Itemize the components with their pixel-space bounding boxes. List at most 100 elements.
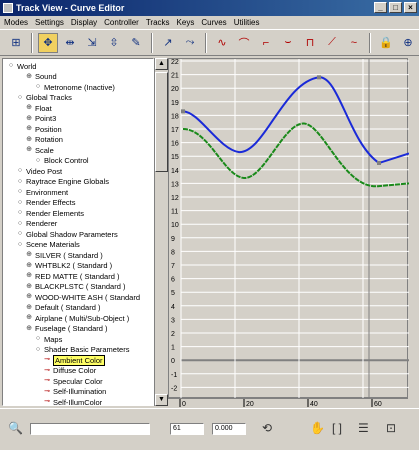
tree-item[interactable]: ○ Global Shadow Parameters xyxy=(16,229,118,239)
menu-utilities[interactable]: Utilities xyxy=(234,18,260,27)
tangent-slow-icon[interactable]: ⌣ xyxy=(278,33,298,53)
tree-item-label: Raytrace Engine Globals xyxy=(26,177,109,186)
tangent-step-icon[interactable]: ⊓ xyxy=(300,33,320,53)
track-icon: ○ xyxy=(17,230,23,237)
tree-item[interactable]: ⊸ Specular Color xyxy=(43,376,103,386)
tree-item[interactable]: ⊸ Self-IllumColor xyxy=(43,397,102,406)
tree-item-label: WOOD-WHITE ASH ( Standard xyxy=(35,292,141,302)
menu-keys[interactable]: Keys xyxy=(177,18,195,27)
track-icon: ⊕ xyxy=(26,135,32,143)
menu-controller[interactable]: Controller xyxy=(104,18,139,27)
tree-item[interactable]: ⊕ Scale xyxy=(25,145,54,155)
tree-item[interactable]: ⊕ Sound xyxy=(25,72,57,82)
tree-item[interactable]: ⊕ Position xyxy=(25,124,62,134)
tree-item[interactable]: ○ Renderer xyxy=(16,219,57,229)
tangent-fast-icon[interactable]: ⌐ xyxy=(256,33,276,53)
scroll-thumb[interactable] xyxy=(155,72,168,172)
y-tick-label: 14 xyxy=(171,168,179,175)
track-icon: ⊸ xyxy=(44,377,50,384)
scale-keys-icon[interactable]: ⇲ xyxy=(82,33,102,53)
tangent-auto-icon[interactable]: ∿ xyxy=(212,33,232,53)
status-text-field[interactable] xyxy=(30,423,150,435)
tree-item[interactable]: ⊸ Ambient Color xyxy=(43,354,105,366)
menu-curves[interactable]: Curves xyxy=(201,18,226,27)
snap-icon[interactable]: ⊕ xyxy=(398,33,418,53)
tree-scrollbar[interactable]: ▲ ▼ xyxy=(154,58,168,406)
tree-item[interactable]: ⊕ SILVER ( Standard ) xyxy=(25,250,103,260)
controller-tree[interactable]: ○ World ⊕ Sound ○ Metronome (Inactive) ○ Global… xyxy=(2,58,154,406)
track-icon: ⊸ xyxy=(44,366,50,374)
y-tick-label: 5 xyxy=(171,290,175,297)
maximize-button[interactable]: □ xyxy=(389,2,402,13)
time-ruler[interactable]: 0 20 40 60 xyxy=(168,398,408,408)
y-tick-label: 18 xyxy=(171,113,179,120)
filters-icon[interactable]: ⊞ xyxy=(6,33,26,53)
tangent-custom-icon[interactable]: ⌒ xyxy=(234,33,254,53)
tree-item[interactable]: ○ Raytrace Engine Globals xyxy=(16,177,109,187)
tree-item[interactable]: ○ Environment xyxy=(16,187,68,197)
menu-tracks[interactable]: Tracks xyxy=(146,18,170,27)
track-icon: ⊕ xyxy=(26,282,32,290)
tree-item[interactable]: ○ Global Tracks xyxy=(16,93,72,103)
tree-item[interactable]: ○ World xyxy=(7,61,37,71)
minimize-button[interactable]: _ xyxy=(374,2,387,13)
lock-icon[interactable]: 🔒 xyxy=(376,33,396,53)
tree-item[interactable]: ○ Maps xyxy=(34,334,62,344)
zoom-value-extents-icon[interactable]: ☰ xyxy=(358,421,369,435)
menu-modes[interactable]: Modes xyxy=(4,18,28,27)
curve-editor[interactable]: 22 21 20 19 18 17 16 15 14 13 12 11 10 9 8 7 6 5 4 3 2 1 0 -1 -2 xyxy=(168,58,410,399)
tree-item-label: Self-IllumColor xyxy=(53,397,103,406)
y-tick-label: 15 xyxy=(171,154,179,161)
track-icon: ⊕ xyxy=(26,303,32,311)
tree-item[interactable]: ○ Metronome (Inactive) xyxy=(34,82,115,92)
tree-item[interactable]: ⊕ RED MATTE ( Standard ) xyxy=(25,271,119,281)
menu-display[interactable]: Display xyxy=(71,18,97,27)
reduce-keys-icon[interactable]: ⤳ xyxy=(180,33,200,53)
tangent-smooth-icon[interactable]: ~ xyxy=(344,33,364,53)
tree-item[interactable]: ○ Render Elements xyxy=(16,208,84,218)
y-tick-label: 11 xyxy=(171,209,178,216)
tree-item[interactable]: ⊕ Airplane ( Multi/Sub-Object ) xyxy=(25,313,129,323)
value-field[interactable]: 0.000 xyxy=(212,423,246,435)
tree-item[interactable]: ○ Scene Materials xyxy=(16,240,80,250)
tree-item[interactable]: ○ Video Post xyxy=(16,166,62,176)
zoom-horizontal-extents-icon[interactable]: [ ] xyxy=(332,421,342,435)
frame-field[interactable]: 61 xyxy=(170,423,204,435)
tree-item-label: Video Post xyxy=(26,166,63,176)
tree-item-label: Position xyxy=(35,124,62,134)
title-bar: Track View - Curve Editor _ □ × xyxy=(0,0,419,16)
tree-item[interactable]: ⊕ BLACKPLSTC ( Standard ) xyxy=(25,282,125,292)
zoom-selected-icon[interactable]: 🔍 xyxy=(8,421,23,435)
close-button[interactable]: × xyxy=(404,2,417,13)
zoom-region-icon[interactable]: ⊡ xyxy=(386,421,396,435)
scroll-down-icon[interactable]: ▼ xyxy=(155,394,168,406)
track-icon: ⊕ xyxy=(26,251,32,258)
menu-settings[interactable]: Settings xyxy=(35,18,64,27)
tree-item[interactable]: ○ Block Control xyxy=(34,156,89,166)
tree-item[interactable]: ⊕ Rotation xyxy=(25,135,63,145)
tree-item[interactable]: ⊕ WOOD-WHITE ASH ( Standard xyxy=(25,292,140,302)
insert-keys-icon[interactable]: ✎ xyxy=(126,33,146,53)
tree-item[interactable]: ○ Render Effects xyxy=(16,198,76,208)
y-tick-label: 13 xyxy=(171,181,179,188)
tree-item[interactable]: ⊸ Self-Illumination xyxy=(43,387,106,397)
move-keys-icon[interactable]: ✥ xyxy=(38,32,58,53)
tree-item[interactable]: ⊕ Default ( Standard ) xyxy=(25,303,100,313)
tree-item[interactable]: ⊕ Point3 xyxy=(25,114,56,124)
tree-item[interactable]: ⊕ Fuselage ( Standard ) xyxy=(25,324,107,334)
slide-keys-icon[interactable]: ⇹ xyxy=(60,33,80,53)
tree-item[interactable]: ⊕ WHTBLK2 ( Standard ) xyxy=(25,261,112,271)
scroll-up-icon[interactable]: ▲ xyxy=(155,58,168,70)
tree-item[interactable]: ⊕ Float xyxy=(25,103,52,113)
tree-item-label: Default ( Standard ) xyxy=(35,303,101,312)
tree-item-label: Rotation xyxy=(35,135,63,144)
draw-curves-icon[interactable]: ↗ xyxy=(158,33,178,53)
key-stats-icon[interactable]: ⟲ xyxy=(262,421,272,435)
tangent-linear-icon[interactable]: ⟋ xyxy=(322,33,342,53)
tree-item[interactable]: ○ Shader Basic Parameters xyxy=(34,345,130,355)
pan-icon[interactable]: ✋ xyxy=(310,421,325,435)
tree-item[interactable]: ⊸ Diffuse Color xyxy=(43,366,96,376)
curve-plot[interactable]: 222120191817161514131211109876543210-1-2 xyxy=(169,59,410,399)
scale-values-icon[interactable]: ⇳ xyxy=(104,33,124,53)
tree-item-label: Global Tracks xyxy=(26,93,72,102)
